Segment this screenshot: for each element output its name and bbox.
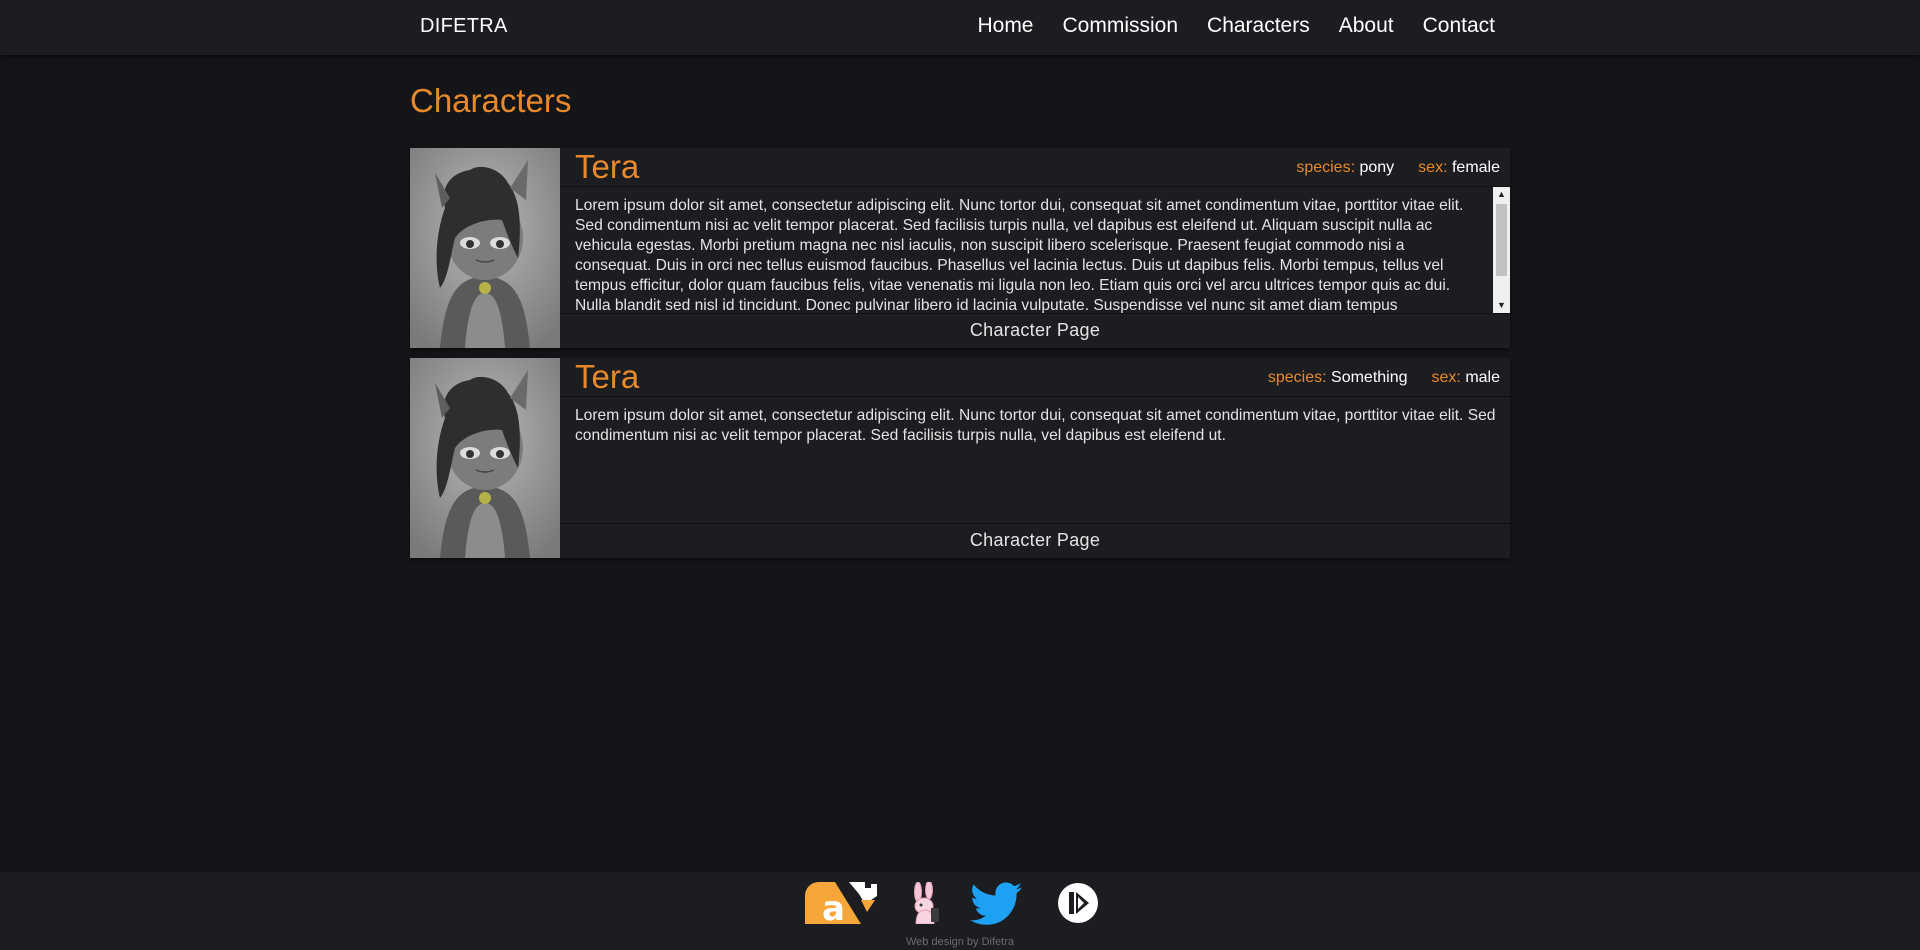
card-header: Tera species: pony sex: female bbox=[560, 148, 1510, 187]
site-footer: a Web design by Difetra bbox=[0, 872, 1920, 950]
species-value: Something bbox=[1331, 369, 1408, 386]
artstation-icon[interactable]: a bbox=[805, 882, 877, 929]
nav-link-contact[interactable]: Contact bbox=[1423, 14, 1495, 38]
nav-link-home[interactable]: Home bbox=[977, 14, 1033, 38]
species-field: species: Something bbox=[1268, 369, 1408, 387]
character-page-link[interactable]: Character Page bbox=[560, 313, 1510, 349]
character-description: Lorem ipsum dolor sit amet, consectetur … bbox=[575, 197, 1464, 314]
nav-link-about[interactable]: About bbox=[1339, 14, 1394, 38]
character-page-link[interactable]: Character Page bbox=[560, 523, 1510, 559]
character-description-box[interactable]: Lorem ipsum dolor sit amet, consectetur … bbox=[560, 187, 1510, 314]
scroll-up-arrow-icon[interactable]: ▲ bbox=[1493, 187, 1510, 202]
footer-credit: Web design by Difetra bbox=[905, 936, 1015, 948]
species-field: species: pony bbox=[1296, 159, 1394, 177]
sex-label: sex: bbox=[1431, 369, 1461, 386]
sex-field: sex: female bbox=[1418, 159, 1500, 177]
nav-link-commission[interactable]: Commission bbox=[1063, 14, 1179, 38]
sex-label: sex: bbox=[1418, 159, 1448, 176]
character-description-box: Lorem ipsum dolor sit amet, consectetur … bbox=[560, 397, 1510, 523]
pony-portrait-image bbox=[410, 358, 560, 558]
species-label: species: bbox=[1267, 369, 1327, 386]
sex-value: female bbox=[1451, 159, 1500, 176]
description-scrollbar[interactable]: ▲ ▼ bbox=[1493, 187, 1510, 313]
pony-portrait-image bbox=[410, 148, 560, 348]
species-value: pony bbox=[1359, 159, 1395, 176]
scroll-down-arrow-icon[interactable]: ▼ bbox=[1493, 298, 1510, 313]
character-name: Tera bbox=[575, 148, 640, 185]
character-portrait bbox=[410, 358, 560, 558]
species-label: species: bbox=[1296, 159, 1356, 176]
character-description: Lorem ipsum dolor sit amet, consectetur … bbox=[575, 407, 1496, 444]
twitter-icon[interactable] bbox=[970, 882, 1022, 931]
character-meta: species: pony sex: female bbox=[1296, 159, 1500, 177]
character-portrait bbox=[410, 148, 560, 348]
character-meta: species: Something sex: male bbox=[1268, 369, 1500, 387]
card-header: Tera species: Something sex: male bbox=[560, 358, 1510, 397]
page-title: Characters bbox=[410, 82, 572, 119]
sex-field: sex: male bbox=[1432, 369, 1500, 387]
character-name: Tera bbox=[575, 358, 640, 395]
picarto-icon[interactable] bbox=[1057, 882, 1099, 929]
character-card: Tera species: pony sex: female Lorem ips… bbox=[410, 148, 1510, 348]
character-card: Tera species: Something sex: male Lorem … bbox=[410, 358, 1510, 558]
nav-links: Home Commission Characters About Contact bbox=[977, 14, 1495, 38]
scroll-thumb[interactable] bbox=[1496, 204, 1507, 276]
sex-value: male bbox=[1465, 369, 1500, 386]
top-navbar: DIFETRA Home Commission Characters About… bbox=[0, 0, 1920, 55]
social-links: a bbox=[0, 880, 1920, 932]
nav-link-characters[interactable]: Characters bbox=[1207, 14, 1310, 38]
furaffinity-icon[interactable] bbox=[908, 880, 942, 929]
brand-logo-link[interactable]: DIFETRA bbox=[420, 15, 508, 38]
svg-text:a: a bbox=[822, 889, 845, 924]
